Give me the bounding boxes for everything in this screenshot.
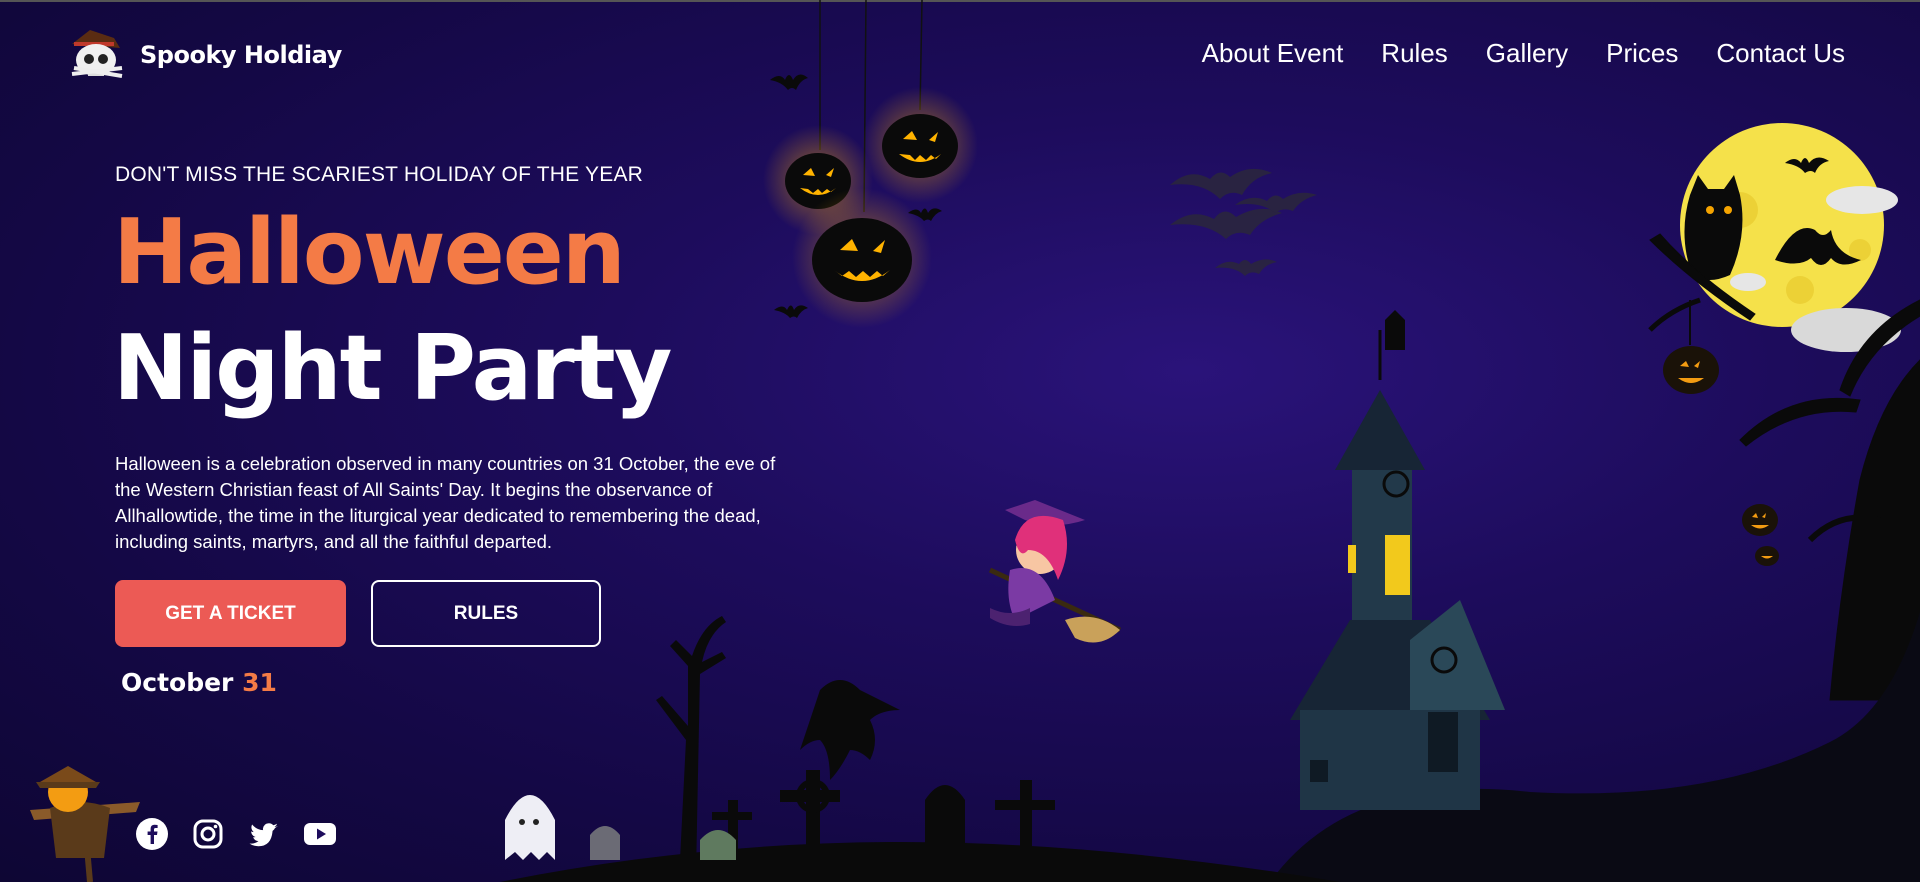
nav-prices[interactable]: Prices [1606, 38, 1678, 69]
brand-name: Spooky Holdiay [140, 41, 342, 69]
pumpkin-lantern-center [792, 188, 932, 328]
bat-flock [1170, 168, 1317, 276]
tombstone-grey [590, 826, 620, 860]
youtube-icon[interactable] [303, 817, 337, 851]
rules-button[interactable]: RULES [371, 580, 601, 647]
witch-on-broom [988, 500, 1122, 643]
skull-pirate-icon [71, 30, 123, 78]
event-date-month: October [121, 668, 234, 697]
brand-logo[interactable]: Spooky Holdiay [66, 24, 342, 86]
scarecrow [30, 766, 140, 882]
social-links [135, 817, 337, 851]
event-date: October 31 [121, 668, 277, 697]
nav-gallery[interactable]: Gallery [1486, 38, 1568, 69]
haunted-house [1270, 310, 1920, 882]
nav-about-event[interactable]: About Event [1202, 38, 1344, 69]
event-date-day: 31 [242, 668, 277, 697]
instagram-icon[interactable] [191, 817, 225, 851]
get-ticket-button[interactable]: GET A TICKET [115, 580, 346, 647]
pumpkin-lantern-right [862, 87, 978, 203]
hero-title-line2: Night Party [113, 316, 672, 421]
twitter-icon[interactable] [247, 817, 281, 851]
hero-eyebrow: DON'T MISS THE SCARIEST HOLIDAY OF THE Y… [115, 163, 644, 186]
graveyard [500, 616, 1340, 882]
halloween-scene [30, 0, 1920, 882]
nav-rules[interactable]: Rules [1381, 38, 1447, 69]
hero-description: Halloween is a celebration observed in m… [115, 453, 776, 552]
owl-silhouette [1684, 175, 1743, 280]
nav-contact-us[interactable]: Contact Us [1716, 38, 1845, 69]
facebook-icon[interactable] [135, 817, 169, 851]
main-nav: About Event Rules Gallery Prices Contact… [1202, 38, 1845, 69]
ghost-left [505, 795, 555, 860]
hero-title-line1: Halloween [113, 200, 626, 305]
